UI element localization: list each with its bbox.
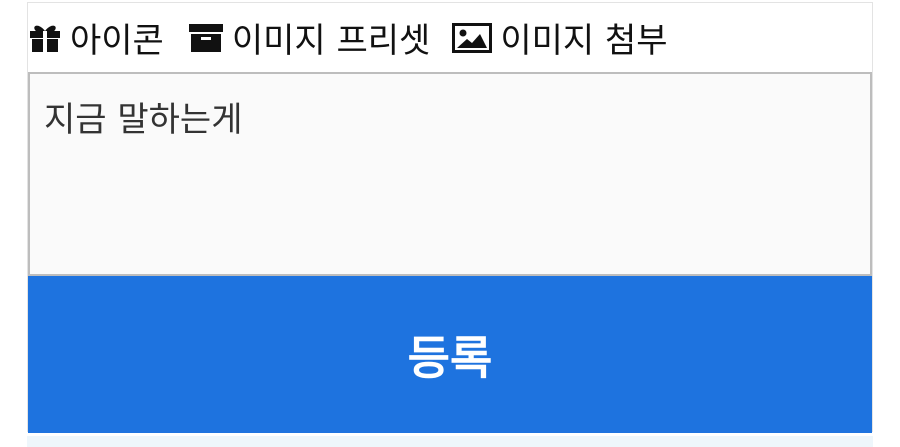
insert-icon-label: 아이콘 <box>70 21 164 61</box>
archive-box-icon <box>188 23 224 53</box>
attach-image-label: 이미지 첨부 <box>500 21 668 61</box>
insert-icon-button[interactable]: 아이콘 <box>28 3 164 72</box>
image-icon <box>452 22 493 53</box>
comment-textarea[interactable]: 지금 말하는게 <box>30 74 870 274</box>
submit-button-label: 등록 <box>407 330 493 385</box>
submit-button[interactable]: 등록 <box>28 276 872 433</box>
attach-image-button[interactable]: 이미지 첨부 <box>452 3 668 72</box>
comment-textarea-container: 지금 말하는게 <box>28 72 872 282</box>
comment-form: 아이콘 이미지 프리셋 이미지 첨부 지금 말하는게 등록 <box>27 2 873 433</box>
resize-handle-icon[interactable] <box>861 266 868 282</box>
bottom-divider <box>27 436 873 447</box>
comment-toolbar: 아이콘 이미지 프리셋 이미지 첨부 <box>28 3 872 72</box>
gift-icon <box>28 23 62 53</box>
image-preset-button[interactable]: 이미지 프리셋 <box>188 3 431 72</box>
image-preset-label: 이미지 프리셋 <box>231 21 431 61</box>
